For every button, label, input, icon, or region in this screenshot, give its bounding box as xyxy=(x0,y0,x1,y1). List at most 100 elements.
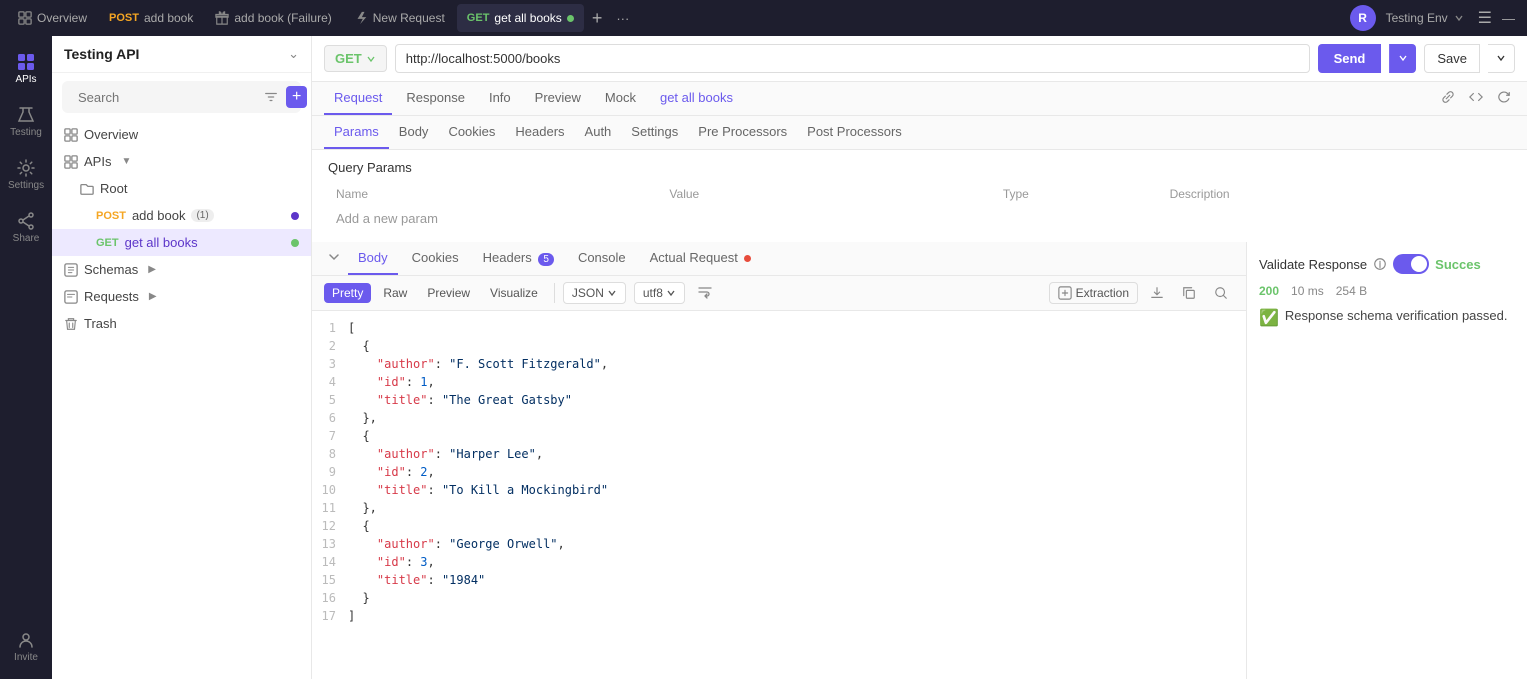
tab-response[interactable]: Response xyxy=(396,82,475,115)
code-icon[interactable] xyxy=(1465,86,1487,111)
sidebar-item-schemas[interactable]: Schemas ▶ xyxy=(52,256,311,283)
link-icon[interactable] xyxy=(1437,86,1459,111)
sidebar-item-post-add-book[interactable]: POST add book (1) xyxy=(52,202,311,229)
tab-info[interactable]: Info xyxy=(479,82,521,115)
encoding-select[interactable]: utf8 xyxy=(634,282,685,304)
sidebar-get-label: get all books xyxy=(125,235,198,250)
sidebar-item-root[interactable]: Root xyxy=(52,175,311,202)
apis-label: APIs xyxy=(15,74,36,85)
tab-get-all-books[interactable]: GET get all books xyxy=(457,4,584,32)
schemas-icon xyxy=(64,263,78,277)
share-icon xyxy=(16,211,36,231)
save-button[interactable]: Save xyxy=(1424,44,1480,73)
hamburger-icon[interactable]: ☰ xyxy=(1474,8,1496,28)
response-left-panel: Body Cookies Headers 5 Console Actual Re… xyxy=(312,242,1247,679)
tab-pre-processors[interactable]: Pre Processors xyxy=(688,116,797,149)
add-tab-button[interactable]: + xyxy=(586,8,609,29)
format-pretty-button[interactable]: Pretty xyxy=(324,283,371,303)
post-active-dot xyxy=(291,212,299,220)
env-chevron-icon xyxy=(1454,13,1464,23)
collapse-icon xyxy=(328,251,340,263)
inner-tab-console[interactable]: Console xyxy=(568,242,636,275)
wrap-icon xyxy=(697,284,713,300)
validate-toggle[interactable] xyxy=(1393,254,1429,274)
req-tab-label: Request xyxy=(334,90,382,105)
tab-preview[interactable]: Preview xyxy=(525,82,591,115)
params-table-header: Name Value Type Description xyxy=(328,183,1511,205)
response-area: Body Cookies Headers 5 Console Actual Re… xyxy=(312,242,1527,679)
active-tab-dot xyxy=(567,15,574,22)
schemas-chevron-icon[interactable]: ▶ xyxy=(148,264,156,275)
tab-request[interactable]: Request xyxy=(324,82,392,115)
response-time: 10 ms xyxy=(1291,284,1324,298)
env-selector[interactable]: Testing Env xyxy=(1378,7,1472,29)
tab-mock[interactable]: Mock xyxy=(595,82,646,115)
sidebar-item-overview[interactable]: Overview xyxy=(52,121,311,148)
tab-settings-param[interactable]: Settings xyxy=(621,116,688,149)
method-select[interactable]: GET xyxy=(324,45,387,72)
sidebar-item-settings[interactable]: Settings xyxy=(4,150,48,199)
tab-cookies[interactable]: Cookies xyxy=(438,116,505,149)
send-dropdown-button[interactable] xyxy=(1389,44,1416,73)
tab-body[interactable]: Body xyxy=(389,116,439,149)
params-table: Name Value Type Description Add a new pa… xyxy=(328,183,1511,232)
response-section-collapse[interactable] xyxy=(324,247,344,270)
tab-headers[interactable]: Headers xyxy=(505,116,574,149)
inner-tab-cookies[interactable]: Cookies xyxy=(402,242,469,275)
sidebar-item-get-all-books[interactable]: GET get all books xyxy=(52,229,311,256)
copy-button[interactable] xyxy=(1176,283,1202,303)
minimize-icon[interactable]: — xyxy=(1498,11,1519,26)
add-collection-button[interactable]: + xyxy=(286,86,307,108)
refresh-icon[interactable] xyxy=(1493,86,1515,111)
tab-params[interactable]: Params xyxy=(324,116,389,149)
requests-chevron-icon[interactable]: ▶ xyxy=(149,291,157,302)
share-label: Share xyxy=(13,233,40,244)
sidebar-item-invite[interactable]: Invite xyxy=(4,622,48,671)
url-input[interactable] xyxy=(395,44,1310,73)
send-button[interactable]: Send xyxy=(1318,44,1382,73)
sidebar-title-chevron-icon[interactable]: ⌄ xyxy=(288,46,299,62)
format-visualize-button[interactable]: Visualize xyxy=(482,283,546,303)
param-tabs-bar: Params Body Cookies Headers Auth Setting… xyxy=(312,116,1527,150)
add-param-row[interactable]: Add a new param xyxy=(328,205,1511,232)
tab-auth[interactable]: Auth xyxy=(575,116,622,149)
sidebar-item-apis-row[interactable]: APIs ▼ xyxy=(52,148,311,175)
download-icon xyxy=(1150,286,1164,300)
tab-post-add-book[interactable]: POST add book xyxy=(99,4,203,32)
code-line-8: 8 "author": "Harper Lee", xyxy=(312,445,1246,463)
tab-post-processors[interactable]: Post Processors xyxy=(797,116,912,149)
sidebar-post-label: add book xyxy=(132,208,186,223)
format-preview-button[interactable]: Preview xyxy=(419,283,478,303)
sidebar-item-apis[interactable]: APIs xyxy=(4,44,48,93)
inner-tab-actual-request[interactable]: Actual Request xyxy=(640,242,762,275)
tab-failure-label: add book (Failure) xyxy=(234,11,331,25)
tab-overview[interactable]: Overview xyxy=(8,4,97,32)
tab-add-book-failure[interactable]: add book (Failure) xyxy=(205,4,341,32)
tab-new-request[interactable]: New Request xyxy=(344,4,455,32)
filter-button[interactable] xyxy=(260,86,282,108)
more-tabs-button[interactable]: ··· xyxy=(610,11,635,26)
validate-status: Succes xyxy=(1435,257,1481,272)
save-chevron-icon xyxy=(1496,53,1506,63)
search-input[interactable] xyxy=(78,90,254,105)
word-wrap-icon[interactable] xyxy=(697,284,713,303)
save-dropdown-button[interactable] xyxy=(1488,44,1515,73)
sidebar-item-trash[interactable]: Trash xyxy=(52,310,311,337)
search-response-button[interactable] xyxy=(1208,283,1234,303)
inner-tab-body[interactable]: Body xyxy=(348,242,398,275)
extraction-button[interactable]: Extraction xyxy=(1049,282,1138,304)
avatar[interactable]: R xyxy=(1350,5,1376,31)
code-line-7: 7 { xyxy=(312,427,1246,445)
info-circle-icon xyxy=(1373,257,1387,271)
gift-icon xyxy=(215,11,229,25)
apis-chevron-icon[interactable]: ▼ xyxy=(121,156,131,167)
format-raw-button[interactable]: Raw xyxy=(375,283,415,303)
sidebar-item-share[interactable]: Share xyxy=(4,203,48,252)
inner-tab-headers[interactable]: Headers 5 xyxy=(473,242,564,275)
status-bar: 200 10 ms 254 B xyxy=(1259,284,1515,298)
download-button[interactable] xyxy=(1144,283,1170,303)
json-chevron-icon xyxy=(607,288,617,298)
sidebar-item-requests[interactable]: Requests ▶ xyxy=(52,283,311,310)
sidebar-item-testing[interactable]: Testing xyxy=(4,97,48,146)
json-format-select[interactable]: JSON xyxy=(563,282,626,304)
